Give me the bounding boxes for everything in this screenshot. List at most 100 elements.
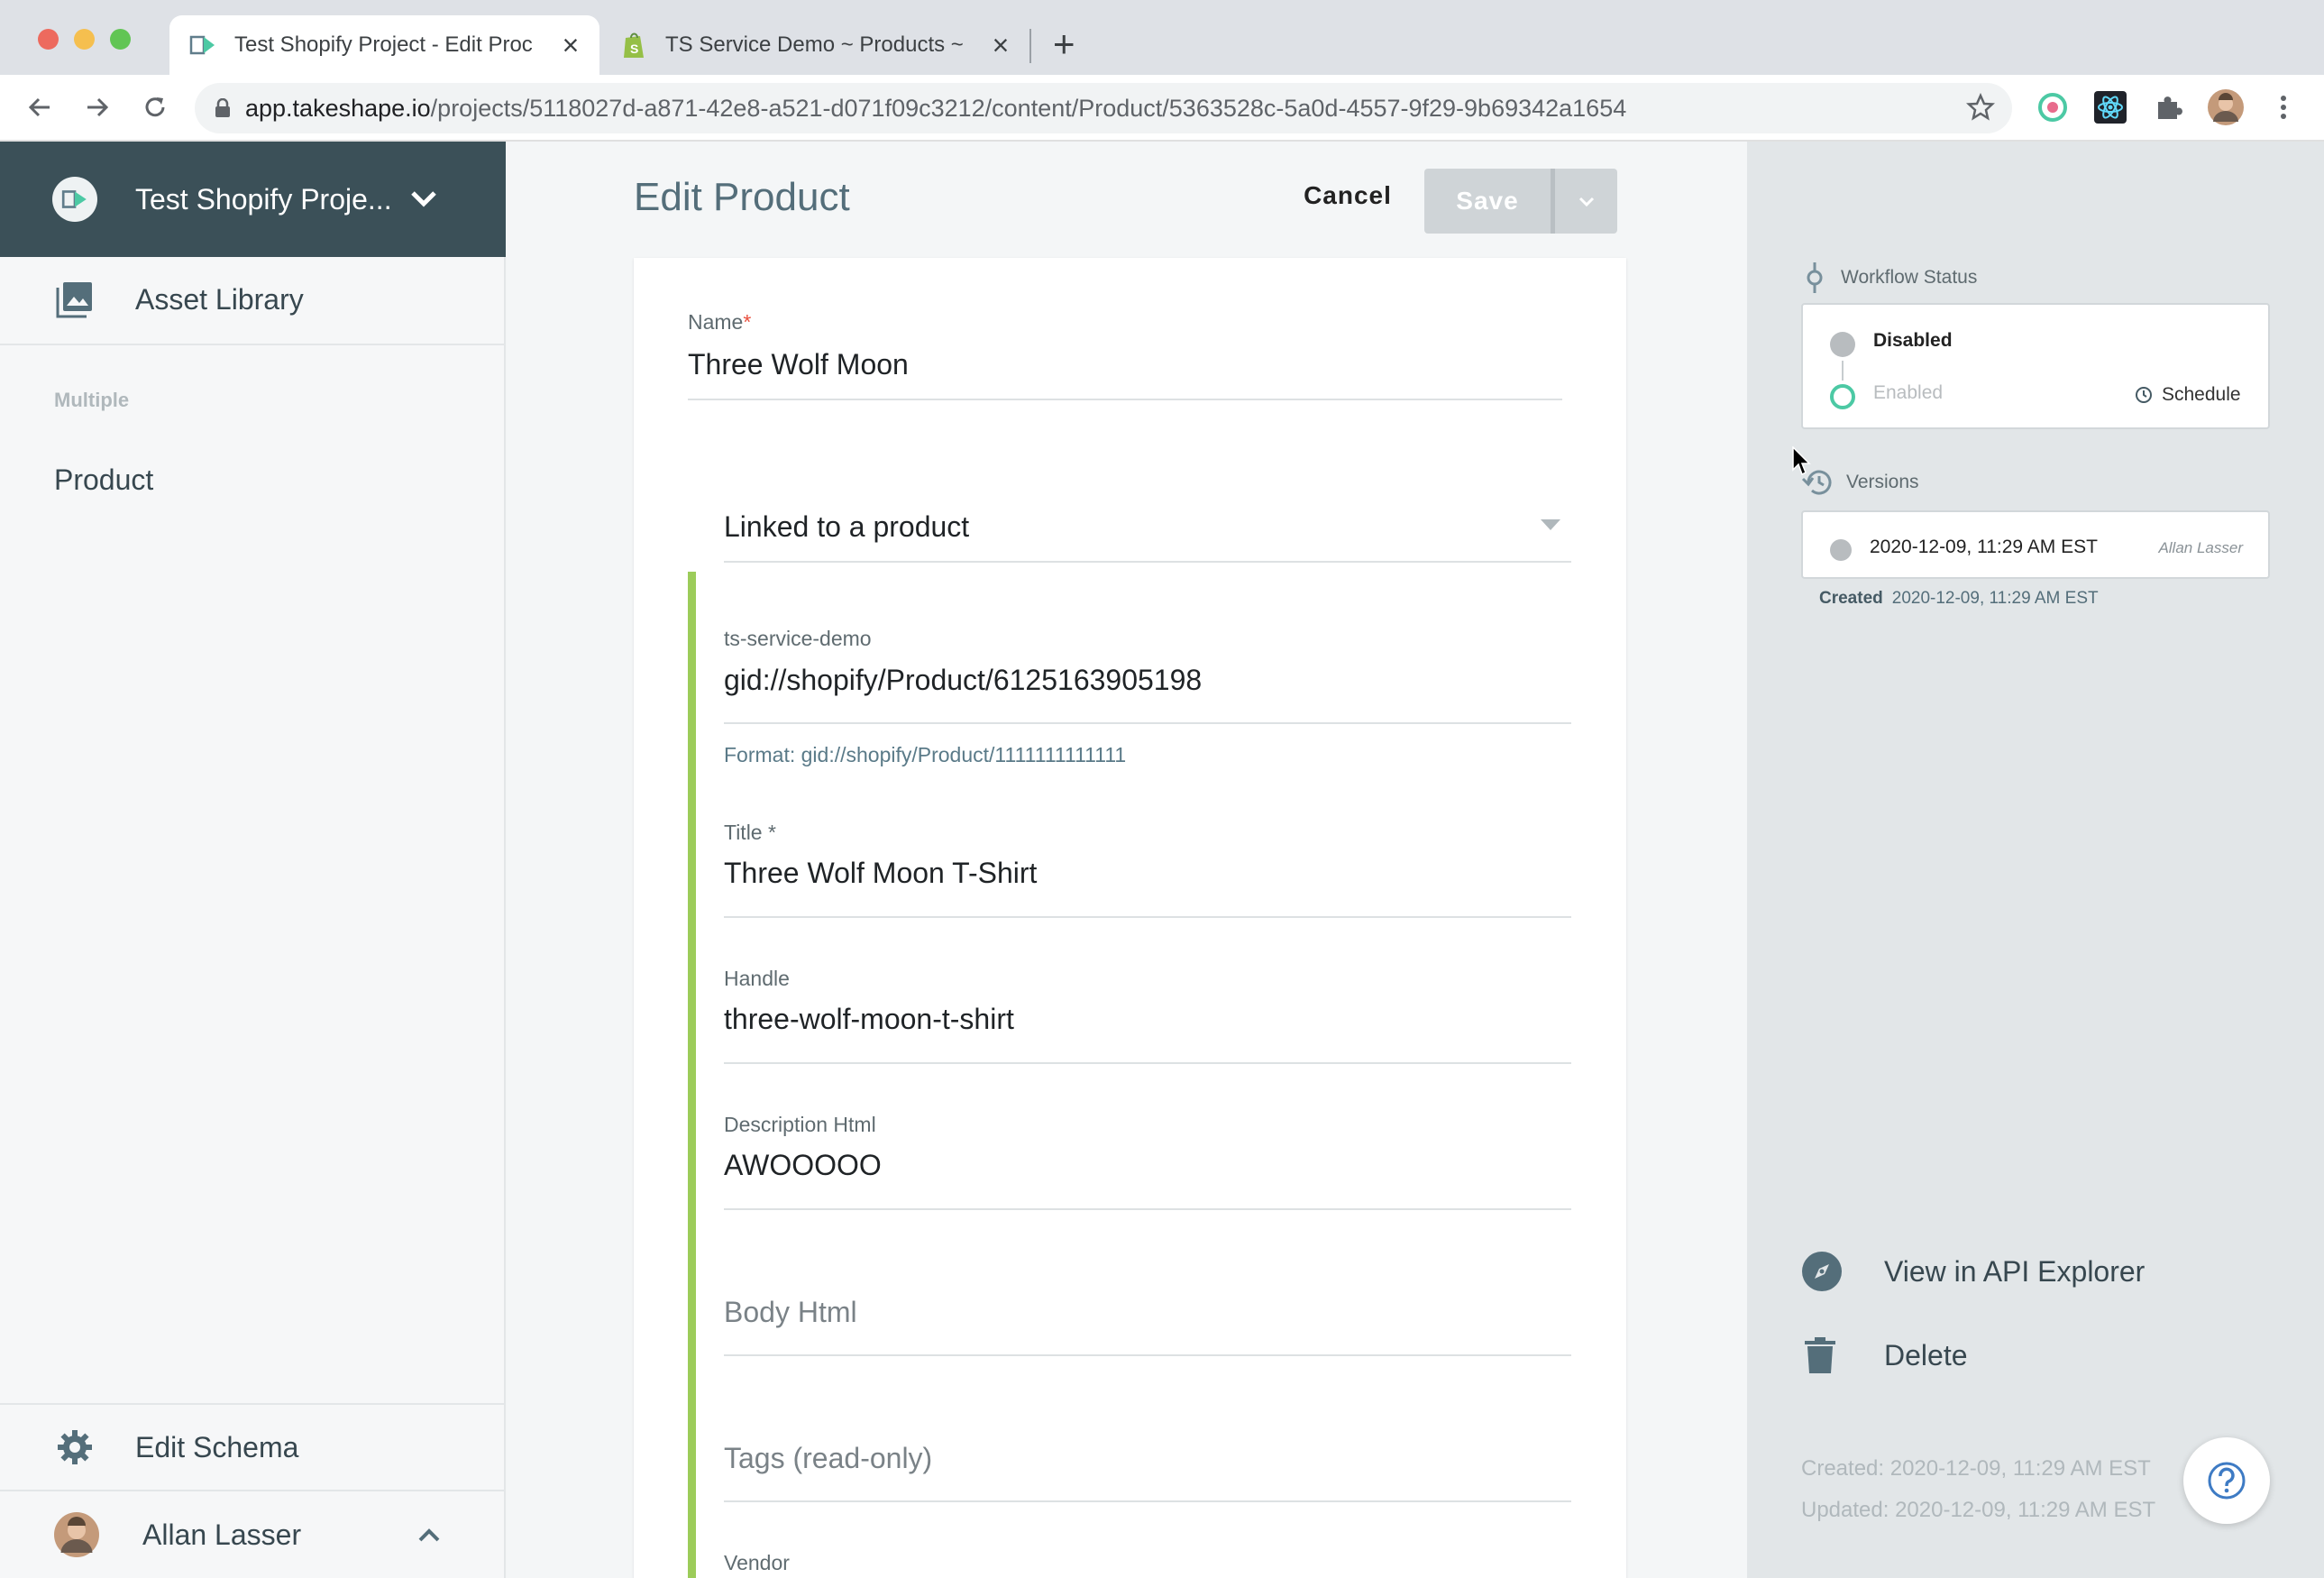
schedule-button[interactable]: Schedule (2135, 384, 2241, 406)
version-author: Allan Lasser (2158, 539, 2243, 556)
react-devtools-icon[interactable] (2092, 89, 2128, 125)
extension-target-icon[interactable] (2035, 89, 2071, 125)
description-label: Description Html (724, 1113, 876, 1136)
new-tab-icon[interactable]: + (1053, 25, 1075, 63)
project-name: Test Shopify Proje... (135, 182, 392, 216)
delete-button[interactable]: Delete (1805, 1337, 1968, 1373)
handle-label: Handle (724, 967, 790, 990)
back-icon[interactable] (20, 87, 59, 127)
tags-input: Tags (read-only) (724, 1442, 933, 1474)
save-button[interactable]: Save (1424, 169, 1551, 234)
sidebar: Test Shopify Proje... Asset Library Mult… (0, 142, 506, 1578)
service-format-hint: Format: gid://shopify/Product/1111111111… (724, 743, 1127, 766)
reload-icon[interactable] (135, 87, 175, 127)
close-icon[interactable]: × (986, 29, 1015, 61)
title-underline (724, 916, 1571, 918)
help-button[interactable] (2183, 1437, 2270, 1524)
address-bar[interactable]: app.takeshape.io/projects/5118027d-a871-… (195, 83, 2012, 133)
status-enabled-dot[interactable] (1830, 384, 1855, 409)
footer-created: Created: 2020-12-09, 11:29 AM EST (1801, 1456, 2151, 1481)
versions-heading: Versions (1801, 468, 1919, 497)
body-underline (724, 1354, 1571, 1356)
created-meta: Created 2020-12-09, 11:29 AM EST (1819, 589, 2099, 608)
mouse-cursor-icon (1792, 445, 1812, 482)
workflow-status-heading: Workflow Status (1805, 262, 1977, 293)
profile-avatar[interactable] (2208, 89, 2244, 125)
linked-section-indicator (688, 572, 696, 1578)
edit-form-card: Name* Three Wolf Moon Linked to a produc… (634, 258, 1626, 1578)
browser-tab-strip: Test Shopify Project - Edit Proc × S TS … (0, 0, 2324, 75)
chevron-up-icon (415, 1520, 444, 1549)
status-connector (1842, 361, 1844, 381)
user-menu[interactable]: Allan Lasser (0, 1491, 506, 1578)
tab-title: Test Shopify Project - Edit Proc (234, 32, 533, 57)
gear-icon (56, 1428, 94, 1466)
sidebar-item-asset-library[interactable]: Asset Library (0, 257, 506, 342)
service-underline (724, 722, 1571, 724)
status-disabled-dot[interactable] (1830, 332, 1855, 357)
name-input[interactable]: Three Wolf Moon (688, 348, 909, 381)
title-input[interactable]: Three Wolf Moon T-Shirt (724, 857, 1037, 890)
sidebar-item-product[interactable]: Product (0, 446, 506, 513)
main-content: Edit Product Cancel Save Name* Three Wol… (507, 142, 1747, 1578)
compass-icon (1801, 1251, 1843, 1292)
bookmark-star-icon[interactable] (1963, 89, 1999, 125)
forward-icon[interactable] (78, 87, 117, 127)
save-button-group: Save (1424, 169, 1617, 234)
browser-toolbar: app.takeshape.io/projects/5118027d-a871-… (0, 75, 2324, 142)
version-dot (1830, 539, 1852, 561)
sidebar-item-label: Edit Schema (135, 1430, 299, 1463)
avatar (54, 1512, 99, 1557)
project-switcher[interactable]: Test Shopify Proje... (0, 142, 506, 257)
service-label: ts-service-demo (724, 627, 872, 650)
title-label: Title * (724, 821, 776, 844)
trash-icon (1805, 1337, 1835, 1373)
sidebar-item-label: Product (54, 463, 154, 496)
details-panel: Workflow Status Disabled Enabled Schedul… (1747, 142, 2324, 1578)
vendor-label: Vendor (724, 1551, 790, 1574)
handle-underline (724, 1062, 1571, 1064)
page-title: Edit Product (634, 175, 850, 219)
name-underline (688, 399, 1562, 400)
browser-tab-active[interactable]: Test Shopify Project - Edit Proc × (169, 15, 599, 75)
window-minimize-button[interactable] (74, 29, 95, 50)
window-close-button[interactable] (38, 29, 59, 50)
workflow-status-card: Disabled Enabled Schedule (1801, 303, 2270, 429)
sidebar-item-edit-schema[interactable]: Edit Schema (0, 1405, 506, 1490)
takeshape-icon (188, 30, 218, 60)
save-options-button[interactable] (1551, 169, 1617, 234)
chevron-down-icon (406, 181, 442, 222)
extensions-puzzle-icon[interactable] (2150, 89, 2186, 125)
body-html-input[interactable]: Body Html (724, 1296, 857, 1329)
clock-icon (2135, 386, 2153, 404)
version-list-item[interactable]: 2020-12-09, 11:29 AM EST Allan Lasser (1801, 510, 2270, 579)
dropdown-arrow-icon[interactable] (1541, 519, 1560, 532)
section-label: Multiple (54, 389, 130, 411)
tags-underline (724, 1500, 1571, 1502)
shopify-icon: S (618, 30, 649, 60)
takeshape-logo-icon (52, 177, 97, 222)
status-enabled-label[interactable]: Enabled (1873, 382, 1943, 404)
service-id-input[interactable]: gid://shopify/Product/6125163905198 (724, 664, 1202, 697)
chevron-down-icon (1576, 190, 1597, 212)
lock-icon (215, 98, 231, 118)
footer-updated: Updated: 2020-12-09, 11:29 AM EST (1801, 1498, 2156, 1522)
sidebar-item-label: Asset Library (135, 282, 304, 316)
browser-menu-icon[interactable] (2265, 89, 2301, 125)
help-icon (2207, 1461, 2246, 1500)
version-date: 2020-12-09, 11:29 AM EST (1870, 537, 2098, 557)
cancel-button[interactable]: Cancel (1280, 169, 1415, 223)
view-in-api-explorer-button[interactable]: View in API Explorer (1801, 1251, 2145, 1292)
browser-tab-inactive[interactable]: S TS Service Demo ~ Products ~ × (600, 15, 1029, 75)
close-icon[interactable]: × (556, 29, 585, 61)
linked-product-select[interactable]: Linked to a product (724, 510, 969, 544)
status-disabled-label[interactable]: Disabled (1873, 330, 1953, 352)
tab-separator (1029, 29, 1031, 63)
name-label: Name* (688, 310, 752, 334)
description-input[interactable]: AWOOOOO (724, 1149, 882, 1182)
svg-text:S: S (630, 41, 638, 56)
url-text: app.takeshape.io/projects/5118027d-a871-… (245, 94, 1627, 122)
window-maximize-button[interactable] (110, 29, 131, 50)
handle-input[interactable]: three-wolf-moon-t-shirt (724, 1003, 1014, 1036)
description-underline (724, 1208, 1571, 1210)
